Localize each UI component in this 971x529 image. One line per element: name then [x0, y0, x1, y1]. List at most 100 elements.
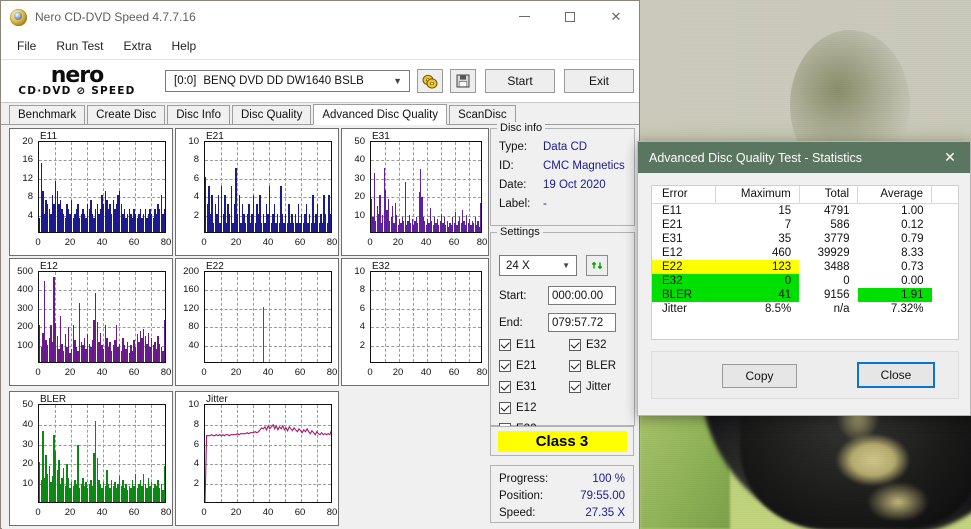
exit-button[interactable]: Exit	[564, 69, 634, 93]
cell-spacer	[932, 288, 959, 302]
close-icon: ✕	[944, 149, 956, 165]
cell-average: 8.33	[901, 247, 924, 259]
y-axis-tick: 8	[27, 191, 33, 203]
close-button[interactable]: ✕	[593, 1, 639, 32]
cell-error: E22	[652, 260, 716, 274]
statistics-rows: E11 15 4791 1.00 E21 7 586 0.12 E31 35 3779 0.79 E12…	[652, 204, 958, 317]
cell-total: 9156	[824, 289, 850, 301]
nero-logo-word: nero	[50, 63, 105, 89]
checkbox-e21[interactable]: E21	[499, 360, 536, 372]
statistics-close-button[interactable]: ✕	[930, 142, 970, 173]
x-axis-tick: 60	[128, 237, 140, 248]
tab-disc-info[interactable]: Disc Info	[167, 105, 230, 124]
tab-disc-quality[interactable]: Disc Quality	[232, 105, 312, 124]
cell-total: n/a	[833, 303, 850, 315]
menu-item-run-test[interactable]: Run Test	[46, 36, 113, 56]
maximize-button[interactable]	[547, 1, 593, 32]
cell-error: Jitter	[662, 303, 687, 315]
cell-spacer	[932, 260, 959, 274]
x-axis-tick: 60	[128, 507, 140, 518]
cell-maximum: 0	[715, 274, 800, 288]
table-header-row: Error Maximum Total Average	[652, 186, 958, 204]
y-axis-tick: 200	[183, 266, 199, 277]
save-button[interactable]	[450, 69, 476, 93]
disc-tool-button[interactable]	[417, 69, 443, 93]
checkbox-e31[interactable]: E31	[499, 381, 536, 393]
table-row: E31 35 3779 0.79	[652, 232, 958, 246]
checkbox-label: E11	[516, 339, 536, 351]
drive-select[interactable]: [0:0] BENQ DVD DD DW1640 BSLB ▼	[165, 70, 410, 92]
x-axis-tick: 20	[392, 237, 404, 248]
cell-spacer	[932, 246, 959, 260]
copy-button[interactable]: Copy	[722, 364, 797, 388]
cell-error: BLER	[652, 288, 716, 302]
x-axis-tick: 20	[230, 367, 242, 378]
y-axis-tick: 12	[22, 172, 33, 184]
y-axis-tick: 300	[17, 302, 33, 314]
bar-series	[39, 142, 165, 232]
tab-advanced-disc-quality[interactable]: Advanced Disc Quality	[313, 104, 448, 125]
cell-error: E32	[652, 274, 716, 288]
refresh-icon	[591, 262, 602, 269]
y-axis-tick: 20	[22, 458, 33, 470]
bar	[165, 480, 166, 502]
x-axis-tick: 20	[392, 367, 404, 378]
drive-index: [0:0]	[174, 75, 197, 87]
y-axis-tick: 10	[188, 399, 199, 410]
checkbox-icon	[569, 360, 581, 372]
close-dialog-button[interactable]: Close	[857, 362, 935, 388]
speed-select[interactable]: 24 X ▼	[499, 255, 577, 276]
y-axis-tick: 8	[359, 284, 365, 296]
checkbox-icon	[569, 339, 581, 351]
menu-item-extra[interactable]: Extra	[113, 36, 161, 56]
x-axis-tick: 80	[326, 237, 338, 248]
settings-panel: Settings 24 X ▼ Start: 000:00.00 End: 07…	[490, 226, 635, 435]
end-time-field[interactable]: 079:57.72	[548, 313, 616, 332]
y-axis-tick: 16	[22, 154, 33, 166]
checkbox-label: E31	[516, 381, 537, 393]
plot-area	[38, 271, 166, 363]
start-time-field[interactable]: 000:00.00	[548, 286, 616, 305]
y-axis-tick: 10	[354, 209, 365, 221]
x-axis-tick: 20	[230, 507, 242, 518]
tab-create-disc[interactable]: Create Disc	[87, 105, 166, 124]
disc-date-label: Date:	[499, 179, 527, 191]
menu-item-help[interactable]: Help	[162, 36, 207, 56]
cell-spacer	[932, 204, 959, 219]
menu-item-file[interactable]: File	[7, 36, 46, 56]
y-axis-tick: 6	[193, 438, 199, 450]
start-button[interactable]: Start	[485, 69, 555, 93]
x-axis-tick: 0	[35, 237, 41, 248]
y-axis-tick: 10	[188, 136, 199, 147]
checkbox-label: Jitter	[586, 381, 611, 393]
x-axis-tick: 60	[294, 367, 306, 378]
statistics-table-container: Error Maximum Total Average E11 15 4791 1.0…	[651, 185, 959, 340]
refresh-button[interactable]	[586, 255, 608, 276]
table-row: E21 7 586 0.12	[652, 218, 958, 232]
tab-benchmark[interactable]: Benchmark	[9, 105, 86, 124]
checkbox-label: E21	[516, 360, 537, 372]
plot-area	[204, 271, 332, 363]
bar-series	[205, 142, 331, 232]
checkbox-jitter[interactable]: Jitter	[569, 381, 611, 393]
cell-maximum: 8.5%	[764, 303, 792, 315]
table-row: E11 15 4791 1.00	[652, 204, 958, 219]
x-axis-tick: 60	[448, 367, 460, 378]
disc-type-value: Data CD	[543, 141, 588, 153]
chevron-down-icon: ▼	[562, 261, 570, 270]
checkbox-e12[interactable]: E12	[499, 402, 536, 414]
chart-bler: BLER 10 20 30 40 50 0 20 40 60 80	[9, 391, 173, 526]
y-axis-tick: 10	[22, 478, 33, 490]
disc-id-value: CMC Magnetics	[543, 160, 625, 172]
y-axis-tick: 20	[22, 136, 33, 147]
y-axis-tick: 50	[22, 399, 33, 410]
x-axis-tick: 0	[201, 507, 207, 518]
end-time-label: End:	[499, 317, 523, 329]
x-axis-tick: 60	[128, 367, 140, 378]
checkbox-e32[interactable]: E32	[569, 339, 606, 351]
y-axis-tick: 80	[188, 321, 199, 333]
minimize-button[interactable]	[501, 1, 547, 32]
cell-average: 0.73	[901, 261, 924, 273]
checkbox-bler[interactable]: BLER	[569, 360, 616, 372]
checkbox-e11[interactable]: E11	[499, 339, 536, 351]
